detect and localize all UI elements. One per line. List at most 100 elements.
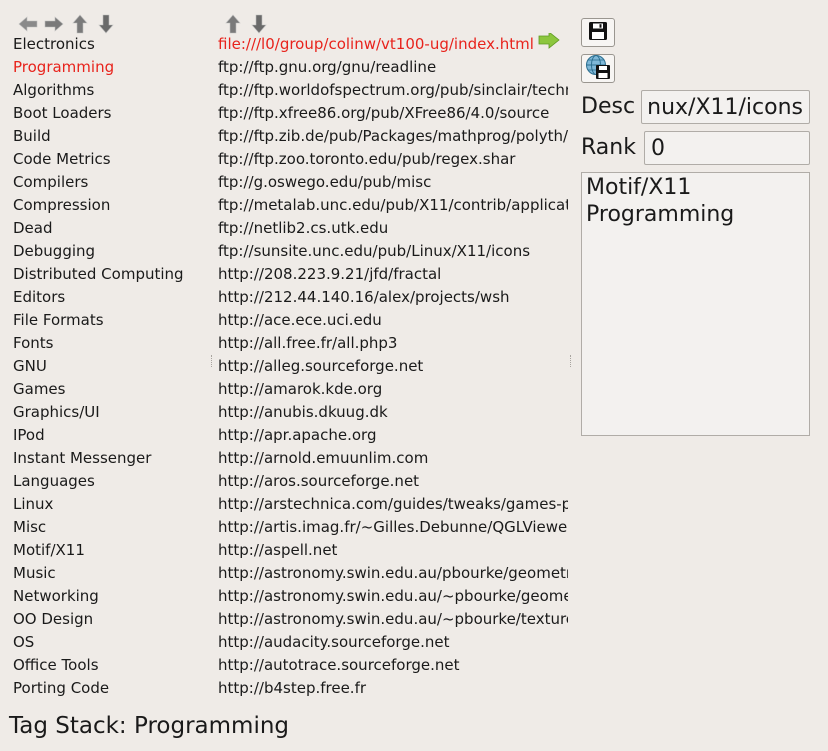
arrow-down-icon[interactable] [96,14,116,34]
url-text: http://astronomy.swin.edu.au/~pbourke/ge… [218,587,568,605]
tag-item[interactable]: Build [13,125,208,148]
url-text: http://artis.imag.fr/~Gilles.Debunne/QGL… [218,518,568,536]
tag-item[interactable]: GNU [13,355,208,378]
url-item[interactable]: http://arstechnica.com/guides/tweaks/gam… [218,493,568,516]
tag-item[interactable]: Algorithms [13,79,208,102]
url-item[interactable]: http://autotrace.sourceforge.net [218,654,568,677]
tag-item[interactable]: Networking [13,585,208,608]
url-text: http://apr.apache.org [218,426,377,444]
url-item[interactable]: ftp://sunsite.unc.edu/pub/Linux/X11/icon… [218,240,568,263]
tag-item[interactable]: Programming [13,56,208,79]
tag-item[interactable]: Office Tools [13,654,208,677]
url-item[interactable]: ftp://ftp.gnu.org/gnu/readline [218,56,568,79]
tag-item[interactable]: Instant Messenger [13,447,208,470]
tag-navigation [18,14,116,34]
url-item[interactable]: ftp://ftp.zoo.toronto.edu/pub/regex.shar [218,148,568,171]
tag-item[interactable]: Music [13,562,208,585]
tag-item[interactable]: Graphics/UI [13,401,208,424]
url-text: ftp://sunsite.unc.edu/pub/Linux/X11/icon… [218,242,531,260]
url-text: http://aspell.net [218,541,338,559]
tag-item[interactable]: Porting Code [13,677,208,700]
url-item[interactable]: http://amarok.kde.org [218,378,568,401]
url-item[interactable]: http://anubis.dkuug.dk [218,401,568,424]
tag-item[interactable]: Misc [13,516,208,539]
url-list: file:///l0/group/colinw/vt100-ug/index.h… [218,33,568,700]
go-arrow-icon[interactable] [538,33,560,56]
url-item[interactable]: http://apr.apache.org [218,424,568,447]
tag-item[interactable]: Motif/X11 [13,539,208,562]
desc-field[interactable] [641,90,810,124]
rank-field[interactable] [644,131,810,165]
url-item[interactable]: http://alleg.sourceforge.net [218,355,568,378]
arrow-up-icon[interactable] [70,14,90,34]
url-text: file:///l0/group/colinw/vt100-ug/index.h… [218,35,534,53]
tag-item[interactable]: OO Design [13,608,208,631]
url-item[interactable]: ftp://ftp.worldofspectrum.org/pub/sincla… [218,79,568,102]
url-item[interactable]: http://aspell.net [218,539,568,562]
save-button[interactable] [581,18,615,47]
tag-item[interactable]: Fonts [13,332,208,355]
url-text: http://212.44.140.16/alex/projects/wsh [218,288,510,306]
url-item[interactable]: http://astronomy.swin.edu.au/~pbourke/te… [218,608,568,631]
url-item[interactable]: http://astronomy.swin.edu.au/~pbourke/ge… [218,585,568,608]
globe-save-icon [585,54,611,84]
save-web-button[interactable] [581,54,615,83]
url-text: http://arstechnica.com/guides/tweaks/gam… [218,495,568,513]
url-text: http://anubis.dkuug.dk [218,403,388,421]
url-text: ftp://ftp.gnu.org/gnu/readline [218,58,437,76]
tag-item[interactable]: Games [13,378,208,401]
tag-item[interactable]: Compilers [13,171,208,194]
url-item[interactable]: http://artis.imag.fr/~Gilles.Debunne/QGL… [218,516,568,539]
url-item[interactable]: http://audacity.sourceforge.net [218,631,568,654]
url-text: http://alleg.sourceforge.net [218,357,424,375]
tag-item[interactable]: IPod [13,424,208,447]
url-item[interactable]: http://ace.ece.uci.edu [218,309,568,332]
tag-item[interactable]: Linux [13,493,208,516]
url-text: http://astronomy.swin.edu.au/~pbourke/te… [218,610,568,628]
tag-item[interactable]: Boot Loaders [13,102,208,125]
rank-label: Rank [581,135,636,160]
arrow-up-icon[interactable] [223,14,243,34]
tag-item[interactable]: Debugging [13,240,208,263]
url-text: ftp://metalab.unc.edu/pub/X11/contrib/ap… [218,196,568,214]
url-item[interactable]: http://208.223.9.21/jfd/fractal [218,263,568,286]
url-item[interactable]: ftp://netlib2.cs.utk.edu [218,217,568,240]
url-text: ftp://ftp.zoo.toronto.edu/pub/regex.shar [218,150,516,168]
url-text: ftp://ftp.xfree86.org/pub/XFree86/4.0/so… [218,104,550,122]
tag-item[interactable]: Electronics [13,33,208,56]
tag-item[interactable]: Languages [13,470,208,493]
url-item[interactable]: ftp://ftp.zib.de/pub/Packages/mathprog/p… [218,125,568,148]
url-item[interactable]: http://arnold.emuunlim.com [218,447,568,470]
url-item[interactable]: http://aros.sourceforge.net [218,470,568,493]
url-text: http://b4step.free.fr [218,679,367,697]
tag-item[interactable]: Code Metrics [13,148,208,171]
url-item[interactable]: http://b4step.free.fr [218,677,568,700]
url-tags-textarea[interactable]: Motif/X11 Programming [581,172,810,436]
url-text: http://ace.ece.uci.edu [218,311,382,329]
url-item[interactable]: file:///l0/group/colinw/vt100-ug/index.h… [218,33,568,56]
arrow-right-icon[interactable] [44,14,64,34]
url-text: ftp://g.oswego.edu/pub/misc [218,173,432,191]
tag-item[interactable]: Editors [13,286,208,309]
url-item[interactable]: ftp://g.oswego.edu/pub/misc [218,171,568,194]
url-item[interactable]: ftp://ftp.xfree86.org/pub/XFree86/4.0/so… [218,102,568,125]
column-splitter[interactable] [570,355,571,367]
url-item[interactable]: http://astronomy.swin.edu.au/pbourke/geo… [218,562,568,585]
url-item[interactable]: http://all.free.fr/all.php3 [218,332,568,355]
url-text: http://208.223.9.21/jfd/fractal [218,265,442,283]
tag-item[interactable]: OS [13,631,208,654]
arrow-left-icon[interactable] [18,14,38,34]
tag-item[interactable]: Dead [13,217,208,240]
url-text: http://arnold.emuunlim.com [218,449,429,467]
arrow-down-icon[interactable] [249,14,269,34]
tag-item[interactable]: File Formats [13,309,208,332]
tag-item[interactable]: Distributed Computing [13,263,208,286]
tag-item[interactable]: Compression [13,194,208,217]
column-splitter[interactable] [211,355,212,367]
tag-stack-label: Tag Stack: [9,713,127,739]
url-item[interactable]: http://212.44.140.16/alex/projects/wsh [218,286,568,309]
tag-list: Electronics Programming Algorithms Boot Loa… [13,33,208,700]
tag-stack-value: Programming [134,713,290,739]
url-text: http://autotrace.sourceforge.net [218,656,460,674]
url-item[interactable]: ftp://metalab.unc.edu/pub/X11/contrib/ap… [218,194,568,217]
